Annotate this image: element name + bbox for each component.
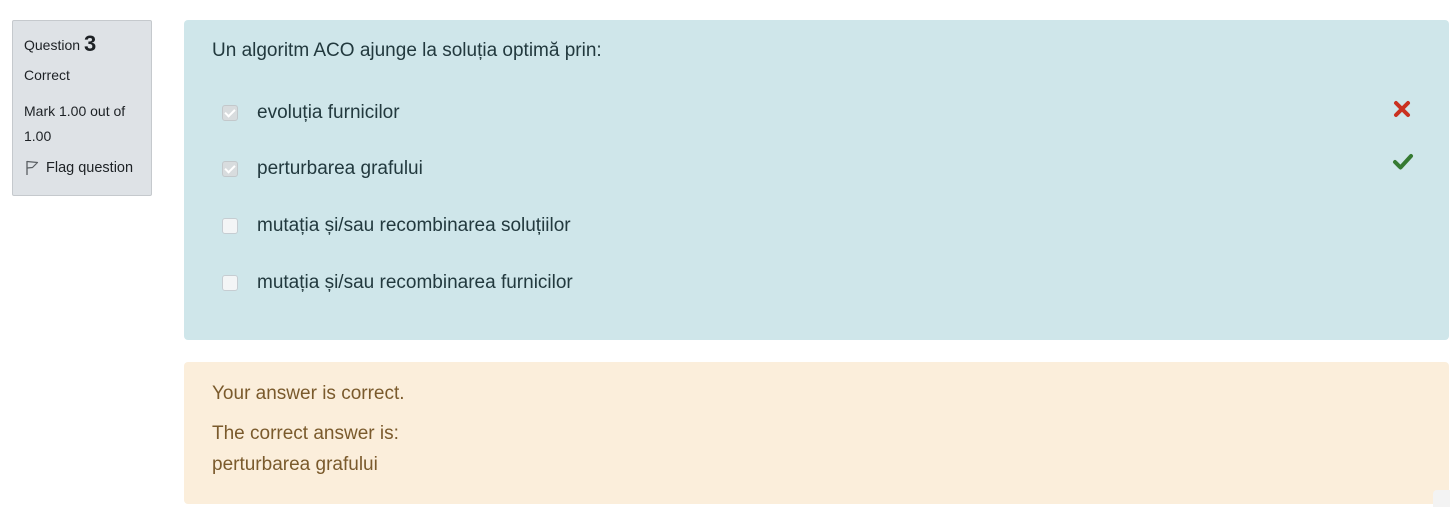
answer-checkbox[interactable] <box>222 218 238 234</box>
right-answer-label: The correct answer is: <box>212 423 399 444</box>
flag-question-button[interactable]: Flag question <box>24 158 141 178</box>
right-answer-value: perturbarea grafului <box>212 454 378 475</box>
question-number-value: 3 <box>84 31 97 56</box>
question-grade: Mark 1.00 out of 1.00 <box>24 103 126 144</box>
flag-question-label: Flag question <box>46 160 134 176</box>
check-icon <box>1393 154 1413 170</box>
answer-label[interactable]: perturbarea grafului <box>257 158 423 180</box>
feedback-panel: Your answer is correct. The correct answ… <box>184 362 1449 504</box>
answer-option[interactable]: evoluția furnicilor <box>184 100 1449 130</box>
question-formulation: Un algoritm ACO ajunge la soluția optimă… <box>184 20 1449 340</box>
question-info-panel: Question 3 Correct Mark 1.00 out of 1.00 … <box>12 20 152 196</box>
answer-option[interactable]: mutația și/sau recombinarea furnicilor <box>184 270 1449 300</box>
scroll-corner <box>1433 490 1450 507</box>
question-state: Correct <box>24 67 70 83</box>
question-text: Un algoritm ACO ajunge la soluția optimă… <box>212 40 602 61</box>
answer-label[interactable]: mutația și/sau recombinarea soluțiilor <box>257 215 571 237</box>
general-feedback: Your answer is correct. <box>212 383 405 404</box>
flag-icon <box>26 160 39 175</box>
answer-label[interactable]: evoluția furnicilor <box>257 102 400 124</box>
answer-option[interactable]: mutația și/sau recombinarea soluțiilor <box>184 213 1449 243</box>
answer-checkbox[interactable] <box>222 105 238 121</box>
question-number: Question 3 <box>24 33 141 55</box>
answer-option[interactable]: perturbarea grafului <box>184 154 1449 186</box>
cross-icon <box>1394 101 1410 117</box>
question-label: Question <box>24 37 81 53</box>
answer-checkbox[interactable] <box>222 161 238 177</box>
answer-label[interactable]: mutația și/sau recombinarea furnicilor <box>257 272 573 294</box>
answer-checkbox[interactable] <box>222 275 238 291</box>
